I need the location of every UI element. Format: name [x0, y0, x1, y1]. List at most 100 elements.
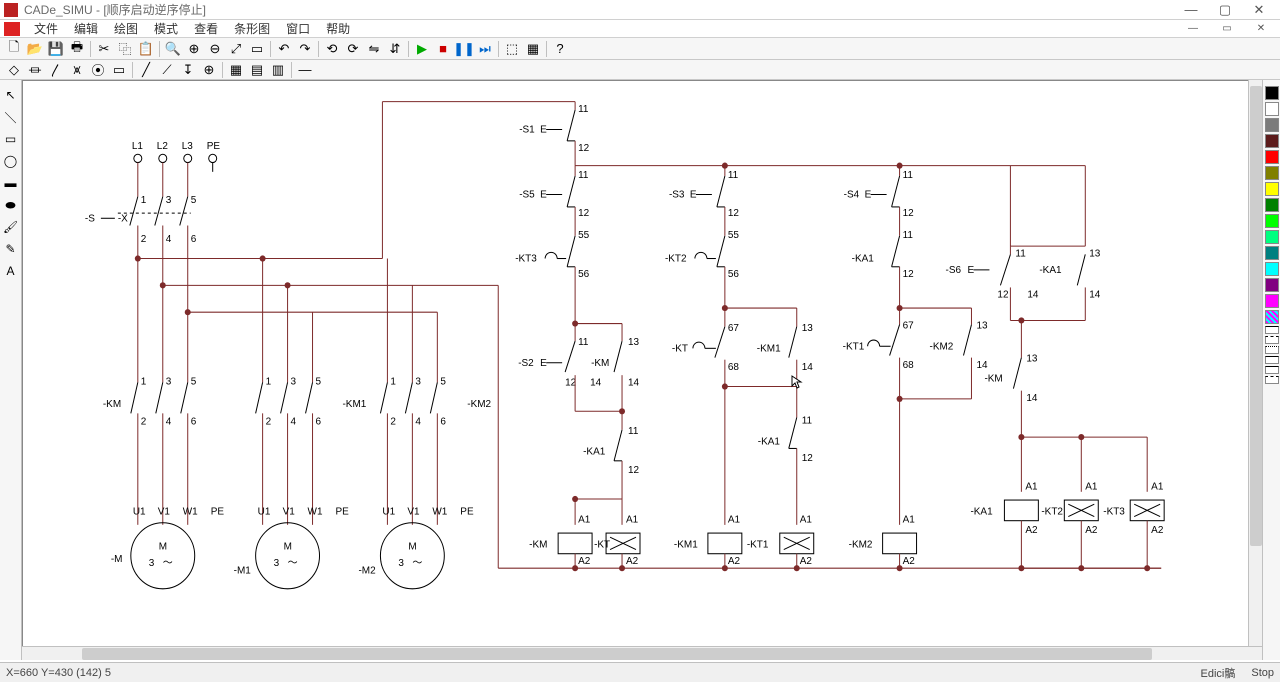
- svg-text:5: 5: [191, 376, 197, 387]
- pencil-tool[interactable]: ✎: [2, 240, 20, 258]
- zoom-sel-button[interactable]: ▭: [247, 39, 267, 59]
- select-tool[interactable]: ↖: [2, 86, 20, 104]
- zoom-fit-button[interactable]: ⤢: [226, 39, 246, 59]
- color-swatch-hatch[interactable]: [1265, 310, 1279, 324]
- linestyle-swatch-4[interactable]: [1265, 366, 1279, 374]
- horizontal-scrollbar[interactable]: [22, 646, 1262, 660]
- linestyle-swatch-5[interactable]: [1265, 376, 1279, 384]
- comp-fuse[interactable]: ⏛: [25, 60, 45, 80]
- branch-3: 11 -S4 E 12 11 -KA1 12 67 -KT1: [843, 163, 988, 572]
- menu-edit[interactable]: 编辑: [66, 19, 106, 38]
- save-button[interactable]: 💾: [46, 39, 66, 59]
- comp-block2[interactable]: ▤: [247, 60, 267, 80]
- menu-bars[interactable]: 条形图: [226, 19, 278, 38]
- svg-text:3: 3: [274, 558, 280, 569]
- color-swatch-12[interactable]: [1265, 278, 1279, 292]
- pause-button[interactable]: ❚❚: [454, 39, 474, 59]
- color-swatch-4[interactable]: [1265, 150, 1279, 164]
- comp-wire[interactable]: —: [295, 60, 315, 80]
- toggle1-button[interactable]: ⬚: [502, 39, 522, 59]
- comp-block3[interactable]: ▥: [268, 60, 288, 80]
- toggle2-button[interactable]: ▦: [523, 39, 543, 59]
- svg-text:3: 3: [291, 376, 297, 387]
- linestyle-swatch-3[interactable]: [1265, 356, 1279, 364]
- redo-button[interactable]: ↷: [295, 39, 315, 59]
- color-swatch-6[interactable]: [1265, 182, 1279, 196]
- zoom-out-button[interactable]: ⊖: [205, 39, 225, 59]
- svg-text:13: 13: [1089, 248, 1100, 259]
- zoom-window-button[interactable]: 🔍: [163, 39, 183, 59]
- mdi-close-button[interactable]: ✕: [1244, 20, 1278, 38]
- color-swatch-0[interactable]: [1265, 86, 1279, 100]
- label-KT3: -KT3: [515, 253, 537, 264]
- mirror-h-button[interactable]: ⇋: [364, 39, 384, 59]
- rotate-l-button[interactable]: ⟲: [322, 39, 342, 59]
- color-swatch-13[interactable]: [1265, 294, 1279, 308]
- menu-help[interactable]: 帮助: [318, 19, 358, 38]
- svg-text:M: M: [408, 541, 416, 552]
- help-button[interactable]: ?: [550, 39, 570, 59]
- comp-no[interactable]: ╱: [136, 60, 156, 80]
- svg-text:A1: A1: [1085, 482, 1098, 493]
- menu-window[interactable]: 窗口: [278, 19, 318, 38]
- label-M2: -M2: [358, 565, 376, 576]
- stop-button[interactable]: ■: [433, 39, 453, 59]
- comp-coil[interactable]: ▭: [109, 60, 129, 80]
- comp-switch[interactable]: ↧: [178, 60, 198, 80]
- comp-block1[interactable]: ▦: [226, 60, 246, 80]
- fillrect-tool[interactable]: ▬: [2, 174, 20, 192]
- svg-text:56: 56: [578, 269, 589, 280]
- color-swatch-10[interactable]: [1265, 246, 1279, 260]
- svg-text:〜: 〜: [412, 558, 422, 569]
- menu-view[interactable]: 查看: [186, 19, 226, 38]
- menu-mode[interactable]: 模式: [146, 19, 186, 38]
- color-swatch-1[interactable]: [1265, 102, 1279, 116]
- schematic-canvas[interactable]: -X L1 L2 L3 PE -S 1 3 5: [22, 80, 1262, 660]
- zoom-in-button[interactable]: ⊕: [184, 39, 204, 59]
- copy-button[interactable]: ⿻: [115, 39, 135, 59]
- step-button[interactable]: ⏭: [475, 39, 495, 59]
- maximize-button[interactable]: ▢: [1208, 1, 1242, 19]
- comp-terminal[interactable]: ◇: [4, 60, 24, 80]
- paste-button[interactable]: 📋: [136, 39, 156, 59]
- text-tool[interactable]: A: [2, 262, 20, 280]
- ellipse-tool[interactable]: ◯: [2, 152, 20, 170]
- mdi-max-button[interactable]: ▭: [1210, 20, 1244, 38]
- print-button[interactable]: 🖶: [67, 39, 87, 59]
- run-button[interactable]: ▶: [412, 39, 432, 59]
- rect-tool[interactable]: ▭: [2, 130, 20, 148]
- comp-nc[interactable]: ⟋: [157, 60, 177, 80]
- mirror-v-button[interactable]: ⇵: [385, 39, 405, 59]
- new-button[interactable]: 🗋: [4, 39, 24, 59]
- undo-button[interactable]: ↶: [274, 39, 294, 59]
- minimize-button[interactable]: —: [1174, 1, 1208, 19]
- svg-text:68: 68: [728, 362, 739, 373]
- linestyle-swatch-2[interactable]: [1265, 346, 1279, 354]
- svg-text:-KM2: -KM2: [930, 341, 954, 352]
- fillellipse-tool[interactable]: ⬬: [2, 196, 20, 214]
- color-swatch-3[interactable]: [1265, 134, 1279, 148]
- paint-tool[interactable]: 🖌: [2, 218, 20, 236]
- svg-text:13: 13: [628, 337, 639, 348]
- close-button[interactable]: ✕: [1242, 1, 1276, 19]
- menu-draw[interactable]: 绘图: [106, 19, 146, 38]
- color-swatch-9[interactable]: [1265, 230, 1279, 244]
- cut-button[interactable]: ✂: [94, 39, 114, 59]
- rotate-r-button[interactable]: ⟳: [343, 39, 363, 59]
- vertical-scrollbar[interactable]: [1248, 80, 1262, 646]
- color-swatch-5[interactable]: [1265, 166, 1279, 180]
- color-swatch-8[interactable]: [1265, 214, 1279, 228]
- comp-motor[interactable]: ⦿: [88, 60, 108, 80]
- linestyle-swatch-1[interactable]: [1265, 336, 1279, 344]
- color-swatch-2[interactable]: [1265, 118, 1279, 132]
- comp-line[interactable]: 〳: [46, 60, 66, 80]
- open-button[interactable]: 📂: [25, 39, 45, 59]
- line-tool[interactable]: ＼: [2, 108, 20, 126]
- mdi-min-button[interactable]: —: [1176, 20, 1210, 38]
- comp-contact[interactable]: ⩙: [67, 60, 87, 80]
- linestyle-swatch-0[interactable]: [1265, 326, 1279, 334]
- comp-pb[interactable]: ⊕: [199, 60, 219, 80]
- color-swatch-7[interactable]: [1265, 198, 1279, 212]
- menu-file[interactable]: 文件: [26, 19, 66, 38]
- color-swatch-11[interactable]: [1265, 262, 1279, 276]
